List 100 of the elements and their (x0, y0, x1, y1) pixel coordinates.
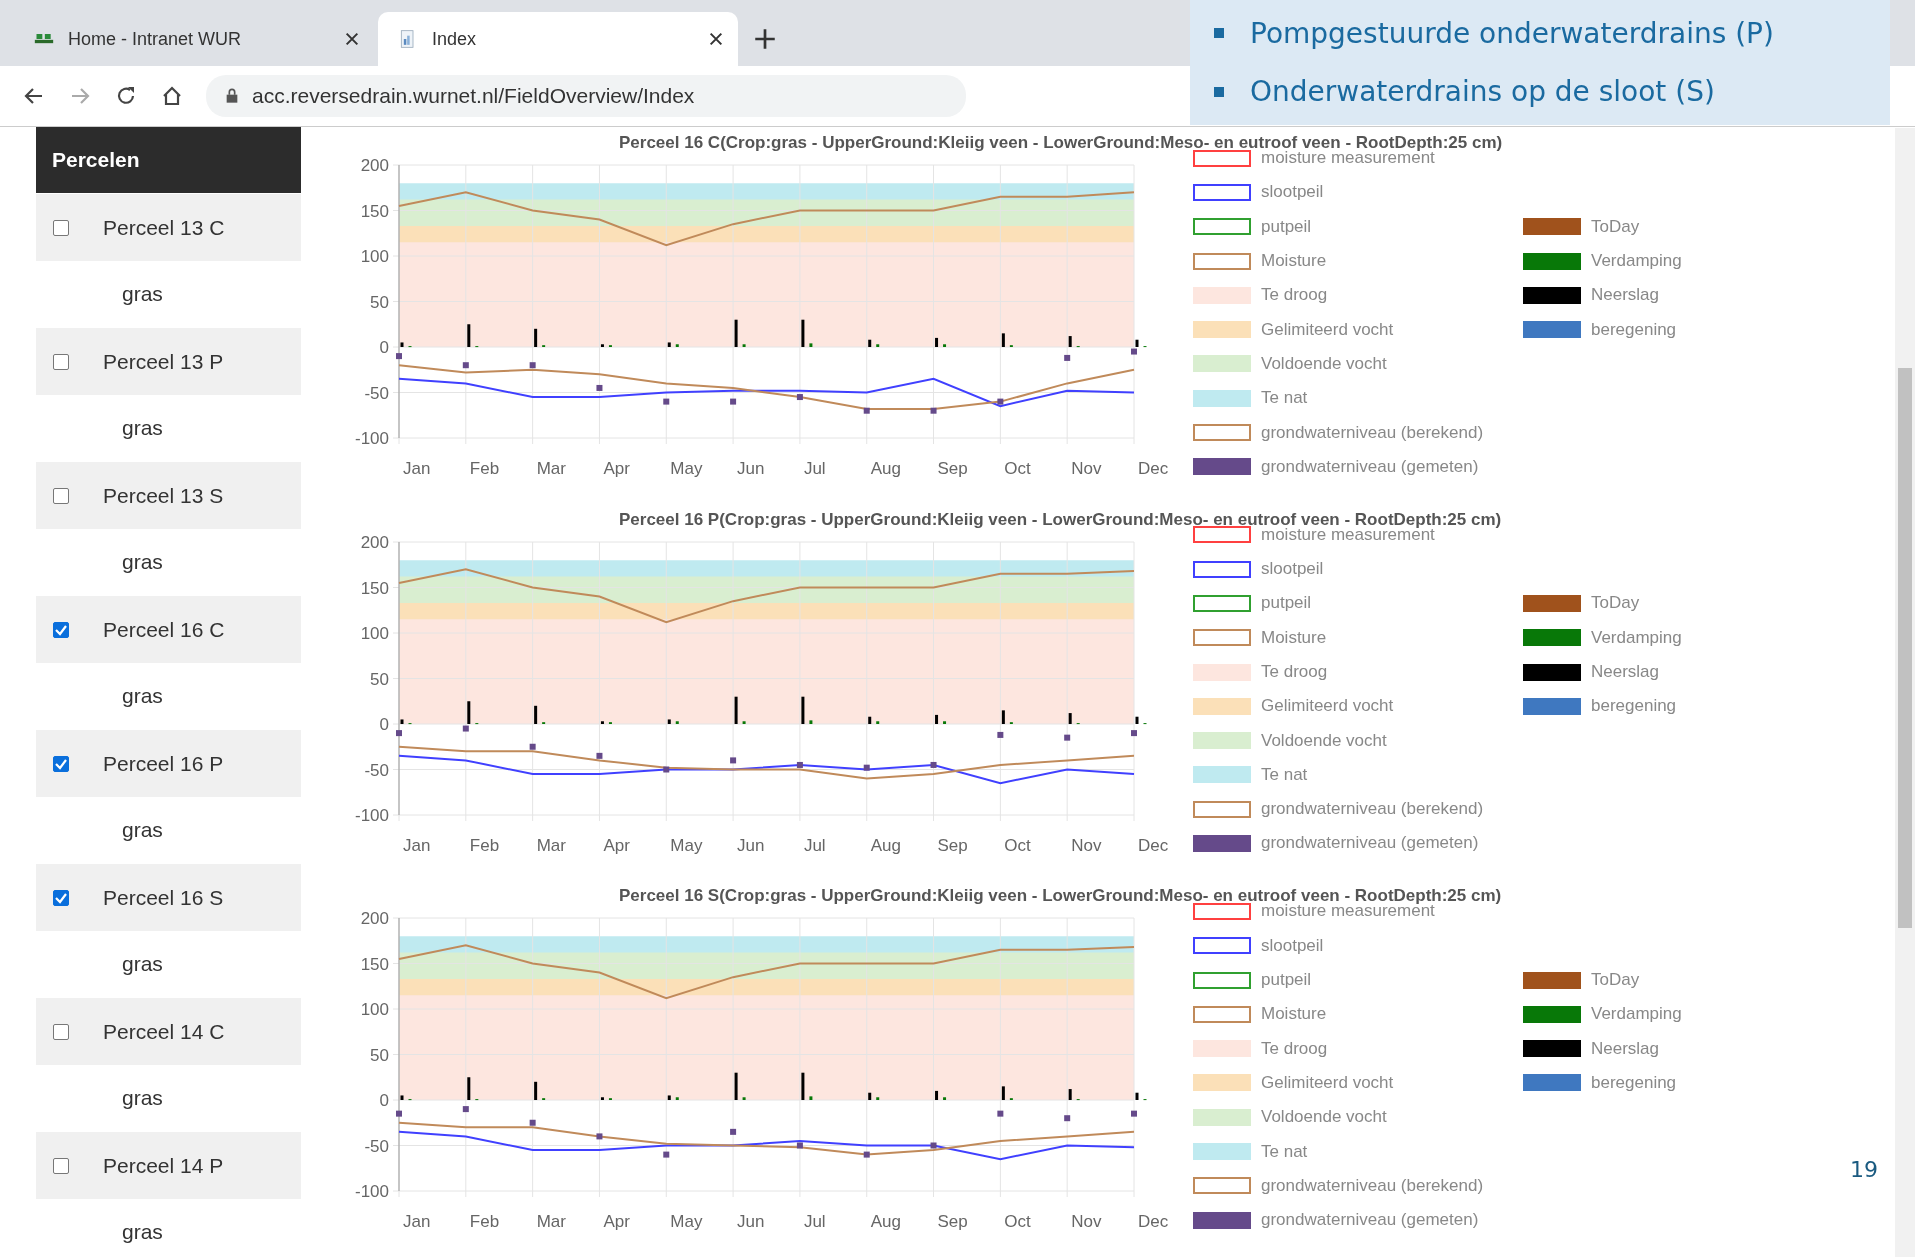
close-icon[interactable] (708, 31, 724, 47)
legend-label[interactable]: Te droog (1261, 1038, 1328, 1059)
legend-label[interactable]: Voldoende vocht (1261, 1107, 1387, 1128)
legend-label[interactable]: Gelimiteerd vocht (1261, 319, 1394, 340)
legend-label[interactable]: Gelimiteerd vocht (1261, 1072, 1394, 1093)
legend-label[interactable]: Neerslag (1591, 662, 1660, 682)
point (930, 1142, 937, 1149)
axis-tick-label: 200 (360, 532, 389, 552)
bar (742, 344, 746, 347)
browser-tab[interactable]: Home - Intranet WUR (14, 12, 374, 66)
checkbox[interactable] (53, 1023, 69, 1040)
checkbox[interactable] (53, 353, 69, 370)
legend-label[interactable]: Te droog (1261, 662, 1328, 682)
legend-label[interactable]: Verdamping (1591, 251, 1682, 272)
field-name[interactable]: Perceel 16 P (103, 751, 224, 776)
scrollbar-thumb[interactable] (1898, 368, 1912, 928)
legend-label[interactable]: grondwaterniveau (gemeten) (1261, 1210, 1479, 1231)
legend-label[interactable]: Neerslag (1591, 1038, 1660, 1059)
bar (600, 1097, 604, 1101)
point (796, 761, 803, 768)
plus-icon[interactable] (752, 26, 778, 52)
legend-label[interactable]: Te droog (1261, 285, 1328, 306)
point (1064, 1115, 1071, 1122)
checkbox[interactable] (53, 755, 69, 772)
page-number: 19 (1850, 1157, 1878, 1182)
legend-label[interactable]: slootpeil (1261, 182, 1324, 203)
legend-label[interactable]: putpeil (1261, 216, 1312, 237)
axis-tick-label: 50 (370, 292, 389, 312)
field-name[interactable]: Perceel 13 P (103, 349, 224, 374)
browser-tab[interactable]: Index (378, 12, 738, 66)
axis-tick-label: 150 (360, 578, 389, 598)
checkbox[interactable] (53, 621, 69, 638)
point (596, 752, 603, 759)
legend-label[interactable]: Gelimiteerd vocht (1261, 696, 1394, 717)
bar (809, 1096, 813, 1101)
legend-label[interactable]: ToDay (1591, 970, 1640, 991)
field-name[interactable]: Perceel 16 C (103, 617, 225, 642)
legend-label[interactable]: ToDay (1591, 593, 1640, 614)
point (730, 757, 737, 764)
field-name[interactable]: Perceel 13 C (103, 215, 225, 240)
axis-tick-label: Dec (1138, 835, 1169, 855)
bar (943, 344, 947, 347)
legend-label[interactable]: Te nat (1261, 388, 1308, 409)
legend-label[interactable]: putpeil (1261, 970, 1312, 991)
axis-tick-label: -100 (354, 429, 389, 448)
legend-label[interactable]: grondwaterniveau (gemeten) (1261, 456, 1479, 477)
field-name[interactable]: Perceel 14 C (103, 1019, 225, 1044)
address-bar[interactable]: acc.reversedrain.wurnet.nl/FieldOverview/Index (206, 75, 966, 117)
legend-label[interactable]: grondwaterniveau (gemeten) (1261, 833, 1479, 854)
axis-tick-label: Mar (536, 835, 566, 855)
bar (801, 1073, 805, 1101)
legend-label[interactable]: grondwaterniveau (berekend) (1261, 799, 1484, 820)
legend-label[interactable]: slootpeil (1261, 559, 1324, 580)
point (396, 729, 402, 736)
legend-label[interactable]: beregening (1591, 319, 1677, 340)
legend-label[interactable]: ToDay (1591, 216, 1640, 237)
field-name[interactable]: Perceel 16 S (103, 885, 224, 910)
legend-label[interactable]: slootpeil (1261, 935, 1324, 956)
legend-label[interactable]: beregening (1591, 696, 1677, 717)
bar (868, 339, 872, 347)
point (930, 761, 937, 768)
legend-label[interactable]: Neerslag (1591, 285, 1660, 306)
axis-tick-label: Apr (603, 835, 630, 855)
legend-label[interactable]: Voldoende vocht (1261, 730, 1387, 751)
axis-tick-label: Dec (1138, 459, 1169, 478)
legend-label[interactable]: grondwaterniveau (berekend) (1261, 1175, 1484, 1196)
axis-tick-label: Oct (1004, 1212, 1031, 1232)
legend-label[interactable]: Moisture (1261, 1004, 1327, 1025)
checkbox[interactable] (53, 219, 69, 236)
legend-label[interactable]: Moisture (1261, 251, 1327, 272)
bar (467, 1077, 471, 1101)
legend-label[interactable]: beregening (1591, 1072, 1677, 1093)
checkbox[interactable] (53, 1157, 69, 1174)
bar (667, 1095, 671, 1101)
point (1131, 348, 1137, 355)
legend-label[interactable]: Verdamping (1591, 1004, 1682, 1025)
point (462, 725, 469, 732)
checkbox[interactable] (53, 487, 69, 504)
field-name[interactable]: Perceel 13 S (103, 483, 224, 508)
bar (675, 720, 679, 724)
point (997, 1110, 1004, 1117)
axis-tick-label: Jul (803, 1212, 826, 1232)
field-name[interactable]: Perceel 14 P (103, 1153, 224, 1178)
legend-label[interactable]: putpeil (1261, 593, 1312, 614)
checkbox[interactable] (53, 889, 69, 906)
close-icon[interactable] (344, 31, 360, 47)
legend-label[interactable]: Verdamping (1591, 627, 1682, 648)
bar (742, 720, 746, 724)
axis-tick-label: Aug (870, 459, 901, 478)
axis-tick-label: -100 (354, 1182, 389, 1202)
bar (742, 1097, 746, 1101)
legend-label[interactable]: Voldoende vocht (1261, 353, 1387, 374)
bar (1068, 712, 1072, 724)
legend-label[interactable]: Moisture (1261, 627, 1327, 648)
scrollbar[interactable] (1895, 128, 1915, 1257)
point (863, 1151, 870, 1158)
legend-label[interactable]: grondwaterniveau (berekend) (1261, 422, 1484, 443)
legend-label[interactable]: Te nat (1261, 1141, 1308, 1162)
legend-label[interactable]: Te nat (1261, 764, 1308, 785)
point (396, 1110, 402, 1117)
